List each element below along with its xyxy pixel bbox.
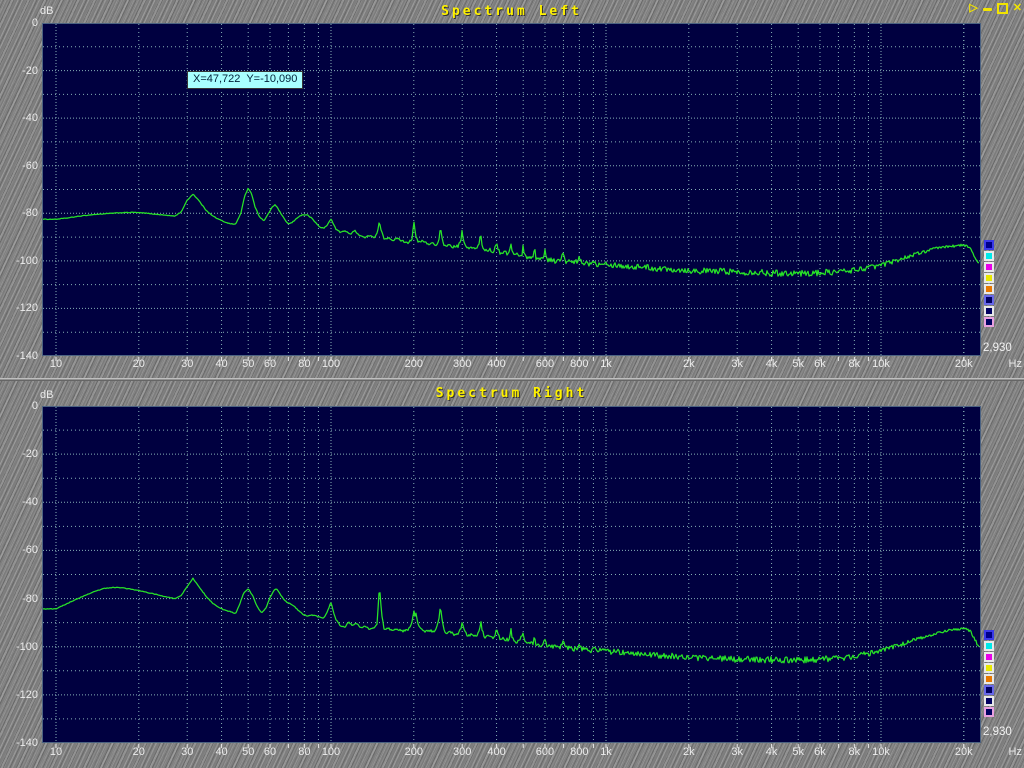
x-tick-label: 10 bbox=[34, 746, 78, 758]
x-tick-label: 1k bbox=[584, 746, 628, 758]
y-tick-label: -40 bbox=[0, 496, 38, 508]
trace-slot-4-button[interactable] bbox=[984, 273, 994, 283]
panel-title-left: Spectrum Left bbox=[42, 4, 981, 19]
y-tick-label: -60 bbox=[0, 544, 38, 556]
y-tick-label: -140 bbox=[0, 350, 38, 362]
minimize-icon[interactable] bbox=[983, 8, 992, 11]
y-tick-label: 0 bbox=[0, 400, 38, 412]
trace-slot-3-button[interactable] bbox=[984, 652, 994, 662]
x-tick-label: 20k bbox=[942, 746, 986, 758]
x-tick-label: 1k bbox=[584, 358, 628, 370]
y-tick-label: -80 bbox=[0, 207, 38, 219]
y-axis-unit-db: dB bbox=[40, 5, 53, 17]
y-axis-unit-db: dB bbox=[40, 389, 53, 401]
trace-slot-8-button[interactable] bbox=[984, 317, 994, 327]
trace-slot-8-button[interactable] bbox=[984, 707, 994, 717]
trace-slot-6-button[interactable] bbox=[984, 685, 994, 695]
x-axis-unit-hz: Hz bbox=[992, 358, 1022, 370]
trace-slot-5-button[interactable] bbox=[984, 674, 994, 684]
x-tick-label: 100 bbox=[309, 746, 353, 758]
x-tick-label: 20 bbox=[117, 358, 161, 370]
trace-slot-2-button[interactable] bbox=[984, 641, 994, 651]
x-tick-label: 400 bbox=[475, 358, 519, 370]
x-tick-label: 200 bbox=[392, 746, 436, 758]
close-icon[interactable]: ✕ bbox=[1013, 2, 1022, 14]
x-tick-label: 10 bbox=[34, 358, 78, 370]
spectrum-right-plot[interactable] bbox=[42, 406, 981, 749]
x-tick-label: 2k bbox=[667, 746, 711, 758]
panel-title-right: Spectrum Right bbox=[42, 386, 981, 401]
trace-slot-1-button[interactable] bbox=[984, 630, 994, 640]
trace-slot-7-button[interactable] bbox=[984, 696, 994, 706]
trace-slot-3-button[interactable] bbox=[984, 262, 994, 272]
x-tick-label: 20k bbox=[942, 358, 986, 370]
y-tick-label: -140 bbox=[0, 737, 38, 749]
x-tick-label: 10k bbox=[859, 746, 903, 758]
x-tick-label: 400 bbox=[475, 746, 519, 758]
y-tick-label: -100 bbox=[0, 255, 38, 267]
y-tick-label: -120 bbox=[0, 689, 38, 701]
trace-slot-5-button[interactable] bbox=[984, 284, 994, 294]
trace-slot-1-button[interactable] bbox=[984, 240, 994, 250]
fft-size-value: 2,930 bbox=[983, 342, 1012, 354]
spectrum-right-panel: Spectrum Right dB 0 -20 -40 -60 -80 -100 -120 -… bbox=[0, 381, 1024, 768]
fft-size-value: 2,930 bbox=[983, 726, 1012, 738]
x-tick-label: 2k bbox=[667, 358, 711, 370]
start-icon[interactable]: ▷ bbox=[969, 2, 977, 14]
spectrum-left-plot[interactable] bbox=[42, 23, 981, 362]
y-tick-label: -20 bbox=[0, 448, 38, 460]
y-tick-label: -120 bbox=[0, 302, 38, 314]
x-tick-label: 10k bbox=[859, 358, 903, 370]
y-tick-label: -20 bbox=[0, 65, 38, 77]
trace-slot-7-button[interactable] bbox=[984, 306, 994, 316]
x-tick-label: 200 bbox=[392, 358, 436, 370]
x-axis-unit-hz: Hz bbox=[992, 746, 1022, 758]
window-controls: ▷ ✕ bbox=[969, 1, 1022, 15]
x-tick-label: 20 bbox=[117, 746, 161, 758]
y-tick-label: -100 bbox=[0, 641, 38, 653]
y-tick-label: -60 bbox=[0, 160, 38, 172]
maximize-icon[interactable] bbox=[997, 3, 1008, 14]
analyzer-window: { "app": { "controls": [ {"name": "start… bbox=[0, 0, 1024, 768]
trace-slot-6-button[interactable] bbox=[984, 295, 994, 305]
y-tick-label: -40 bbox=[0, 112, 38, 124]
y-tick-label: 0 bbox=[0, 17, 38, 29]
x-tick-label: 100 bbox=[309, 358, 353, 370]
cursor-readout-tooltip: X=47,722 Y=-10,090 bbox=[187, 71, 303, 89]
trace-color-buttons bbox=[984, 240, 998, 328]
trace-slot-4-button[interactable] bbox=[984, 663, 994, 673]
trace-color-buttons bbox=[984, 630, 998, 718]
spectrum-left-panel: Spectrum Left ▷ ✕ dB 0 -20 -40 -60 -80 -100 -1… bbox=[0, 0, 1024, 379]
y-tick-label: -80 bbox=[0, 593, 38, 605]
trace-slot-2-button[interactable] bbox=[984, 251, 994, 261]
